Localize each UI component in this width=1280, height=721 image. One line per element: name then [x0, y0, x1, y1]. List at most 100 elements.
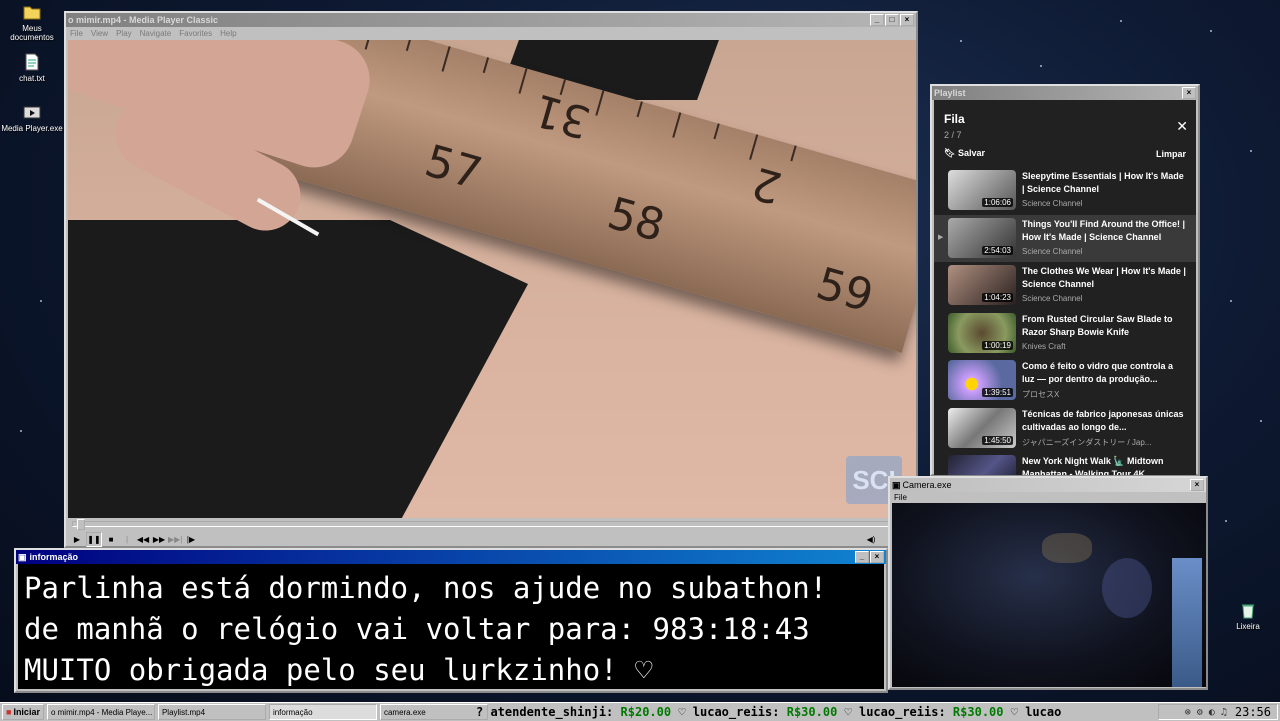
star	[1040, 65, 1042, 67]
frame-step-icon[interactable]: |▶	[184, 533, 198, 546]
desktop-icon-media-player[interactable]: Media Player.exe	[0, 102, 64, 133]
task-button-playlist[interactable]: Playlist.mp4	[157, 704, 266, 720]
menu-file[interactable]: File	[894, 493, 907, 502]
video-channel: Science Channel	[1022, 199, 1083, 208]
video-thumbnail: 2:54:03	[948, 217, 1016, 258]
close-button[interactable]: ×	[1182, 87, 1196, 99]
desktop-icon-label: Meus documentos	[10, 24, 54, 42]
star	[20, 430, 22, 432]
info-titlebar[interactable]: ▣ informação _ ×	[16, 550, 886, 564]
desktop-icon-recycle-bin[interactable]: Lixeira	[1216, 600, 1280, 631]
queue-count: 2 / 7	[944, 130, 962, 140]
queue-item[interactable]: 1:06:06 Sleepytime Essentials | How It's…	[934, 167, 1196, 215]
task-button-media-player[interactable]: o mimir.mp4 - Media Playe...	[46, 704, 155, 720]
seek-bar[interactable]	[72, 519, 914, 530]
save-label: Salvar	[957, 148, 985, 158]
info-line: de manhã o relógio vai voltar para: 983:…	[24, 612, 810, 646]
minimize-button[interactable]: _	[855, 551, 869, 563]
menu-play[interactable]: Play	[116, 29, 132, 38]
playlist-titlebar[interactable]: Playlist ×	[932, 86, 1198, 100]
windows-logo-icon: ■	[6, 707, 12, 717]
task-button-camera[interactable]: camera.exe	[379, 704, 488, 720]
minimize-button[interactable]: _	[870, 14, 884, 26]
next-icon[interactable]: ▶▶|	[168, 533, 182, 546]
video-title: Técnicas de fabrico japonesas únicas cul…	[1022, 408, 1184, 432]
leather-piece	[68, 220, 528, 518]
close-button[interactable]: ×	[900, 14, 914, 26]
clear-button[interactable]: Limpar	[1156, 149, 1186, 159]
queue-panel: Fila 2 / 7 ✕ 🔖︎ Salvar Limpar 1:06:06 Sl…	[934, 100, 1196, 475]
window-title: Playlist	[934, 88, 966, 98]
star	[1250, 150, 1252, 152]
app-icon: ▣	[18, 551, 27, 562]
recycle-bin-icon	[1242, 604, 1254, 619]
play-icon[interactable]: ▶	[70, 533, 84, 546]
media-player-titlebar[interactable]: o mimir.mp4 - Media Player Classic _ □ ×	[66, 13, 916, 27]
menu-file[interactable]: File	[70, 29, 83, 38]
window-title: o mimir.mp4 - Media Player Classic	[68, 15, 219, 25]
window-light	[1172, 558, 1202, 687]
video-duration: 2:54:03	[982, 245, 1013, 255]
rewind-icon[interactable]: ◀◀	[136, 533, 150, 546]
maximize-button[interactable]: □	[885, 14, 899, 26]
ticker-amount: R$30.00	[786, 705, 838, 719]
video-channel: Science Channel	[1022, 294, 1083, 303]
camera-window[interactable]: ▣ Camera.exe × File	[888, 476, 1208, 690]
video-duration: 1:06:06	[982, 198, 1013, 207]
video-title: Sleepytime Essentials | How It's Made | …	[1022, 171, 1184, 194]
media-player-window[interactable]: o mimir.mp4 - Media Player Classic _ □ ×…	[64, 11, 918, 557]
pause-icon[interactable]: ❚❚	[86, 531, 102, 547]
close-button[interactable]: ×	[870, 551, 884, 563]
camera-feed	[892, 503, 1206, 687]
volume-icon[interactable]: ◀)	[864, 533, 878, 546]
video-title: New York Night Walk 🗽 Midtown Manhattan …	[1022, 456, 1164, 475]
start-label: Iniciar	[13, 707, 40, 717]
star	[40, 300, 42, 302]
queue-item[interactable]: New York Night Walk 🗽 Midtown Manhattan …	[934, 452, 1196, 475]
video-thumbnail: 1:04:23	[948, 265, 1016, 305]
queue-item[interactable]: 1:00:19 From Rusted Circular Saw Blade t…	[934, 310, 1196, 358]
fast-forward-icon[interactable]: ▶▶	[152, 533, 166, 546]
system-tray: ⊗ ⚙ ◐ ♫ 23:56	[1158, 704, 1278, 720]
playlist-window[interactable]: Playlist × Fila 2 / 7 ✕ 🔖︎ Salvar Limpar…	[930, 84, 1200, 476]
save-button[interactable]: 🔖︎ Salvar	[944, 148, 985, 159]
menu-favorites[interactable]: Favorites	[179, 29, 212, 38]
menu-navigate[interactable]: Navigate	[140, 29, 172, 38]
start-button[interactable]: ■ Iniciar	[2, 704, 44, 720]
menu-help[interactable]: Help	[220, 29, 236, 38]
video-duration: 1:04:23	[982, 293, 1013, 302]
folder-icon	[23, 6, 41, 20]
desktop-icon-my-documents[interactable]: Meus documentos	[0, 2, 64, 42]
queue-heading: Fila	[944, 112, 965, 126]
seek-thumb[interactable]	[77, 519, 86, 530]
window-title: Camera.exe	[902, 480, 952, 490]
taskbar: ■ Iniciar o mimir.mp4 - Media Playe... P…	[0, 702, 1280, 721]
figure	[1102, 558, 1152, 618]
queue-item[interactable]: 1:39:51 Como é feito o vidro que control…	[934, 357, 1196, 405]
window-title: informação	[29, 552, 79, 562]
stop-icon[interactable]: ■	[104, 533, 118, 546]
task-button-informacao[interactable]: informação	[268, 704, 377, 720]
donation-ticker: ? atendente_shinji: R$20.00 ♡ lucao_reii…	[476, 705, 1062, 719]
close-icon[interactable]: ✕	[1176, 118, 1188, 135]
bookmark-icon: 🔖︎	[944, 148, 956, 158]
ruler-number: 59	[810, 258, 879, 323]
video-channel: Science Channel	[1022, 246, 1083, 256]
video-frame[interactable]: 4 56 57 58 59 31 2 SCI	[68, 40, 916, 518]
menu-view[interactable]: View	[91, 29, 108, 38]
camera-titlebar[interactable]: ▣ Camera.exe ×	[890, 478, 1206, 492]
queue-item-active[interactable]: ▶ 2:54:03 Things You'll Find Around the …	[934, 214, 1196, 262]
video-thumbnail: 1:45:50	[948, 407, 1016, 448]
video-duration: 1:39:51	[982, 388, 1013, 397]
task-label: Playlist.mp4	[161, 707, 206, 717]
queue-item[interactable]: 1:04:23 The Clothes We Wear | How It's M…	[934, 262, 1196, 310]
prev-icon[interactable]: |◀◀	[120, 533, 134, 557]
ticker-amount: R$20.00	[620, 705, 672, 719]
ticker-user: lucao_reiis:	[692, 705, 780, 719]
queue-item[interactable]: 1:45:50 Técnicas de fabrico japonesas ún…	[934, 405, 1196, 453]
star	[1120, 20, 1122, 22]
info-window[interactable]: ▣ informação _ × Parlinha está dormindo,…	[14, 548, 888, 693]
close-button[interactable]: ×	[1190, 479, 1204, 491]
clock: 23:56	[1234, 705, 1271, 719]
desktop-icon-chat-txt[interactable]: chat.txt	[0, 52, 64, 83]
